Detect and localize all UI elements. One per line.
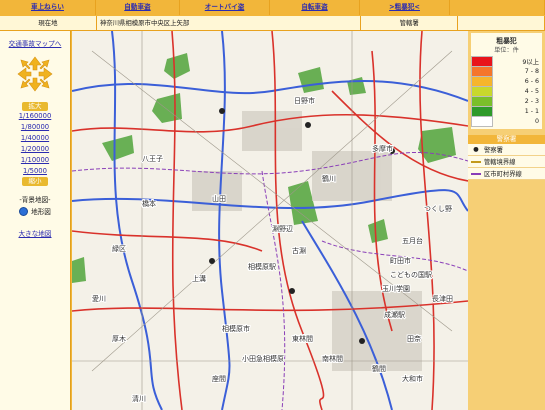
legend-level-label: 9以上	[522, 58, 539, 66]
legend-swatch	[471, 115, 493, 127]
legend-box: 粗暴犯 単位：件 9以上 7 - 8 6 - 6 4 - 5 2 - 3 1 - 1 0	[471, 33, 542, 129]
legend-level-row: 6 - 6	[471, 75, 542, 87]
radio-selected-icon[interactable]	[19, 206, 29, 216]
location-bar: 現在地 神奈川県相模原市中央区上矢部 管轄署	[0, 16, 545, 31]
legend-levels: 9以上 7 - 8 6 - 6 4 - 5 2 - 3 1 - 1 0	[471, 55, 542, 127]
station-value	[458, 16, 545, 30]
police-legend-station: ● 警察署	[468, 144, 545, 156]
legend-level-label: 2 - 3	[524, 97, 539, 105]
map-place-label: 町田市	[390, 256, 411, 265]
map-place-label: 相模原市	[222, 324, 250, 333]
tab-violent-crime[interactable]: >粗暴犯<	[360, 0, 451, 15]
map-place-label: 座間	[212, 374, 226, 383]
tab-spacer	[450, 0, 545, 15]
legend-level-row: 9以上	[471, 55, 542, 67]
map-canvas[interactable]: 八王子 日野市多摩市町田市相模原市 玉川学園成瀬駅 五月台こどもの国駅田奈 山田緑区相模…	[72, 31, 468, 410]
crime-type-tabs: 車上ねらい 自動車盗 オートバイ盗 自転車盗 >粗暴犯<	[0, 0, 545, 16]
map-place-label: 清川	[132, 394, 146, 403]
map-place-label: つくし野	[424, 205, 452, 213]
bg-map-title: -背景地図-	[19, 196, 51, 204]
legend-level-label: 1 - 1	[524, 107, 539, 115]
traffic-map-link[interactable]: 交通事故マップへ	[0, 31, 70, 52]
map-place-label: 八王子	[142, 155, 163, 163]
legend-level-row: 2 - 3	[471, 95, 542, 107]
legend-level-row: 7 - 8	[471, 65, 542, 77]
legend-level-row: 1 - 1	[471, 105, 542, 117]
legend-panel: 粗暴犯 単位：件 9以上 7 - 8 6 - 6 4 - 5 2 - 3 1 - 1 0 警…	[468, 31, 545, 410]
municipal-line-icon	[468, 170, 484, 177]
police-legend-boundary: 管轄境界線	[468, 156, 545, 168]
police-badge-icon: ●	[473, 146, 479, 153]
map-place-label: 多摩市	[372, 144, 393, 153]
map-place-label: 成瀬駅	[384, 310, 405, 319]
sidebar: 交通事故マップへ 拡大 1/160000 1/80000 1/40000 1/2000…	[0, 31, 71, 410]
map-place-label: 小田急相模原	[242, 354, 284, 363]
map-place-label: 南林間	[322, 354, 343, 363]
scale-link[interactable]: 1/10000	[0, 155, 70, 166]
map-place-label: 厚木	[112, 334, 126, 343]
map-place-label: 上溝	[192, 274, 206, 283]
pan-arrows-icon[interactable]	[15, 54, 55, 94]
map-place-label: 緑区	[112, 244, 126, 253]
tab-motorbike-theft[interactable]: オートバイ盗	[180, 0, 271, 15]
scale-list: 1/160000 1/80000 1/40000 1/20000 1/10000 1/50…	[0, 111, 70, 177]
bg-map-option[interactable]: 地形図	[0, 206, 70, 216]
legend-level-row: 4 - 5	[471, 85, 542, 97]
scale-link[interactable]: 1/20000	[0, 144, 70, 155]
zoom-out-button[interactable]: 縮小	[22, 177, 48, 186]
map-place-label: 愛川	[92, 294, 106, 303]
location-label: 現在地	[0, 16, 97, 30]
legend-level-label: 6 - 6	[524, 77, 539, 85]
map-place-label: 相模原駅	[248, 262, 276, 271]
map-place-label: 橋本	[142, 199, 156, 208]
legend-level-label: 4 - 5	[524, 87, 539, 95]
pan-control[interactable]	[0, 54, 70, 96]
zoom-in-button[interactable]: 拡大	[22, 102, 48, 111]
map-place-label: 鶴川	[322, 174, 336, 183]
location-value: 神奈川県相模原市中央区上矢部	[97, 16, 362, 30]
map-place-label: 玉川学園	[382, 284, 410, 293]
legend-level-label: 0	[534, 117, 539, 125]
legend-level-row: 0	[471, 115, 542, 127]
map-place-label: こどもの国駅	[390, 271, 432, 279]
tab-car-theft[interactable]: 自動車盗	[96, 0, 181, 15]
map-place-label: 鶴間	[372, 364, 386, 373]
scale-link[interactable]: 1/5000	[0, 166, 70, 177]
map-place-label: 長津田	[432, 295, 453, 303]
map-place-label: 古淵	[292, 246, 306, 255]
big-map-link[interactable]: 大きな地図	[0, 228, 70, 238]
map-view[interactable]: 八王子 日野市多摩市町田市相模原市 玉川学園成瀬駅 五月台こどもの国駅 田奈 山田緑区相模…	[72, 31, 468, 410]
legend-level-label: 7 - 8	[524, 67, 539, 75]
scale-link[interactable]: 1/40000	[0, 133, 70, 144]
bg-map-option-label: 地形図	[31, 208, 51, 216]
legend-title: 粗暴犯	[496, 37, 517, 45]
legend-unit: 単位：件	[494, 47, 519, 54]
scale-link[interactable]: 1/160000	[0, 111, 70, 122]
police-legend-municipal: 区市町村界線	[468, 168, 545, 180]
boundary-line-icon	[468, 158, 484, 165]
map-place-label: 大和市	[402, 374, 423, 383]
tab-car-theft-items[interactable]: 車上ねらい	[0, 0, 96, 15]
scale-link[interactable]: 1/80000	[0, 122, 70, 133]
station-label: 管轄署	[361, 16, 459, 30]
map-place-label: 東林間	[292, 334, 313, 343]
map-place-label: 五月台	[402, 236, 423, 245]
map-place-label: 淵野辺	[272, 224, 293, 233]
map-place-label: 山田	[212, 194, 226, 203]
police-legend-title: 警察署	[468, 135, 545, 144]
map-place-label: 田奈	[407, 334, 421, 343]
tab-bicycle-theft[interactable]: 自転車盗	[270, 0, 361, 15]
map-place-label: 日野市	[294, 96, 315, 105]
